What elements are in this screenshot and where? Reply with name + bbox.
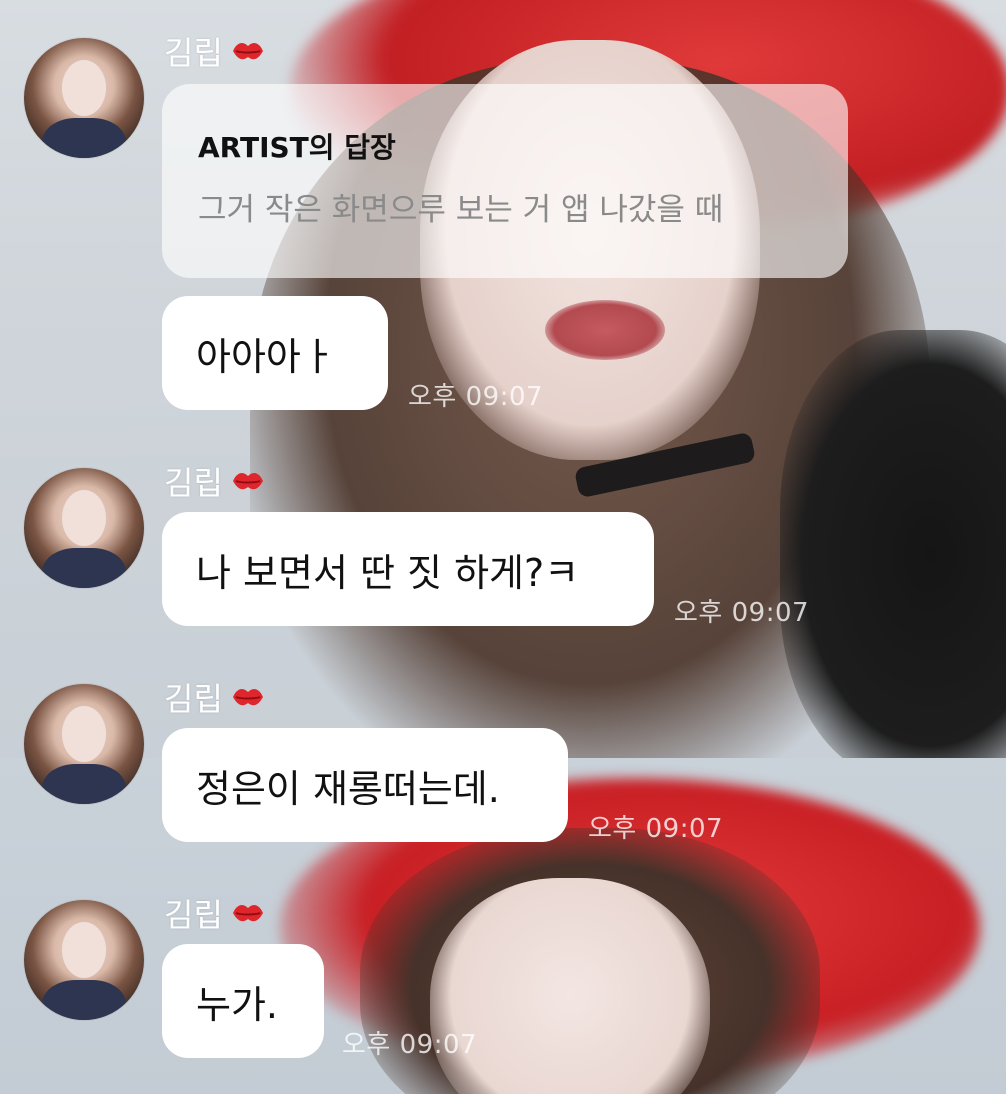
sender-name: 김립 xyxy=(164,34,223,72)
sender-name-row: 김립 xyxy=(164,674,265,720)
message-bubble[interactable]: 아아아ㅏ xyxy=(162,296,388,410)
kiss-lips-icon xyxy=(232,689,263,706)
reply-preview-bubble[interactable]: ARTIST의 답장 그거 작은 화면으루 보는 거 앱 나갔을 때 xyxy=(162,84,848,278)
sender-avatar[interactable] xyxy=(24,38,144,158)
sender-avatar[interactable] xyxy=(24,900,144,1020)
reply-preview-title: ARTIST의 답장 xyxy=(198,131,396,164)
message-time: 오후 09:07 xyxy=(674,598,810,628)
sender-avatar[interactable] xyxy=(24,684,144,804)
message-time: 오후 09:07 xyxy=(588,814,724,844)
message-bubble[interactable]: 나 보면서 딴 짓 하게?ㅋ xyxy=(162,512,654,626)
message-text: 나 보면서 딴 짓 하게?ㅋ xyxy=(196,550,580,595)
sender-name: 김립 xyxy=(164,680,223,718)
face-shape xyxy=(430,878,710,1094)
kiss-lips-icon xyxy=(232,905,263,922)
message-text: 누가. xyxy=(196,982,278,1027)
message-bubble[interactable]: 정은이 재롱떠는데. xyxy=(162,728,568,842)
kiss-lips-icon xyxy=(232,473,263,490)
kiss-lips-icon xyxy=(232,43,263,60)
reply-preview-text: 그거 작은 화면으루 보는 거 앱 나갔을 때 xyxy=(198,192,724,228)
message-text: 정은이 재롱떠는데. xyxy=(196,766,500,811)
sender-name: 김립 xyxy=(164,464,223,502)
message-bubble[interactable]: 누가. xyxy=(162,944,324,1058)
sender-name-row: 김립 xyxy=(164,890,265,936)
message-time: 오후 09:07 xyxy=(342,1030,478,1060)
lips-shape xyxy=(545,300,665,360)
sender-name-row: 김립 xyxy=(164,28,265,74)
sender-name: 김립 xyxy=(164,896,223,934)
message-text: 아아아ㅏ xyxy=(196,334,336,379)
sender-name-row: 김립 xyxy=(164,458,265,504)
black-fur-coat xyxy=(780,330,1006,758)
sender-avatar[interactable] xyxy=(24,468,144,588)
message-time: 오후 09:07 xyxy=(408,382,544,412)
